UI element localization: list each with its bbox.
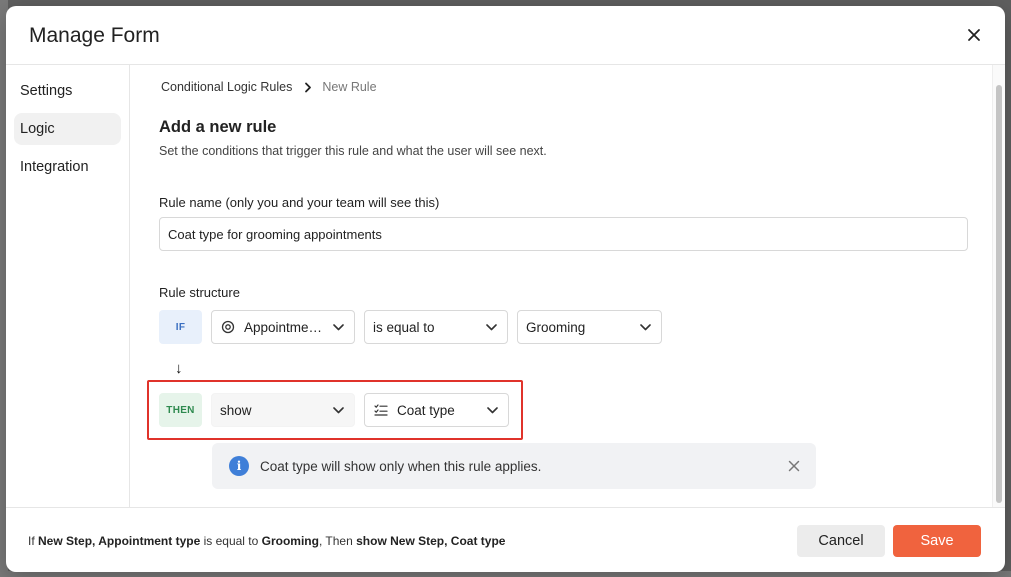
section-subtitle: Set the conditions that trigger this rul… [159,144,547,158]
condition-value-value: Grooming [526,319,586,335]
chevron-down-icon [332,404,344,416]
rule-summary: If New Step, Appointment type is equal t… [28,534,505,548]
list-icon [373,402,389,418]
chevron-down-icon [485,321,497,333]
then-pill: THEN [159,393,202,427]
close-icon [788,460,800,472]
condition-field-value: Appointment... [244,319,326,335]
modal-footer: If New Step, Appointment type is equal t… [6,507,1005,572]
rule-structure-label: Rule structure [159,285,240,300]
banner-close-button[interactable] [786,458,802,474]
chevron-down-icon [486,404,498,416]
close-icon [968,29,980,41]
summary-condition-value: Grooming [261,534,319,548]
action-target-value: Coat type [397,402,455,418]
chevron-down-icon [639,321,651,333]
summary-operator: is equal to [203,534,259,548]
sidebar-item-settings[interactable]: Settings [14,75,121,107]
breadcrumb-parent-link[interactable]: Conditional Logic Rules [161,80,292,94]
sidebar-item-logic[interactable]: Logic [14,113,121,145]
action-type-value: show [220,402,252,418]
info-banner: i Coat type will show only when this rul… [212,443,816,489]
chevron-down-icon [332,321,344,333]
modal-sidebar: Settings Logic Integration [6,65,130,507]
content-scrollbar[interactable] [992,65,1005,507]
summary-condition-field: New Step, Appointment type [38,534,201,548]
chevron-right-icon [304,82,312,93]
summary-if: If [28,534,35,548]
condition-value-select[interactable]: Grooming [517,310,662,344]
condition-operator-value: is equal to [373,319,435,335]
section-title: Add a new rule [159,118,277,136]
info-banner-text: Coat type will show only when this rule … [260,458,542,474]
condition-field-select[interactable]: Appointment... [211,310,355,344]
breadcrumb-current: New Rule [322,80,377,94]
modal-header: Manage Form [6,6,1005,65]
breadcrumb: Conditional Logic Rules New Rule [161,80,377,94]
save-button[interactable]: Save [893,525,981,557]
action-target-select[interactable]: Coat type [364,393,509,427]
rule-editor: Conditional Logic Rules New Rule Add a n… [131,65,991,507]
if-pill: IF [159,310,202,344]
modal-title: Manage Form [29,24,160,47]
info-icon: i [229,456,249,476]
scrollbar-thumb[interactable] [996,85,1002,503]
summary-action: show New Step, Coat type [356,534,506,548]
manage-form-modal: Manage Form Settings Logic Integration C… [6,6,1005,572]
target-icon [220,319,236,335]
sidebar-item-integration[interactable]: Integration [14,151,121,183]
rule-name-label: Rule name (only you and your team will s… [159,195,440,210]
action-type-select[interactable]: show [211,393,355,427]
modal-close-button[interactable] [963,24,985,46]
condition-operator-select[interactable]: is equal to [364,310,508,344]
arrow-down-icon: ↓ [175,360,183,377]
summary-then: , Then [318,534,353,548]
cancel-button[interactable]: Cancel [797,525,885,557]
rule-name-input[interactable] [159,217,968,251]
